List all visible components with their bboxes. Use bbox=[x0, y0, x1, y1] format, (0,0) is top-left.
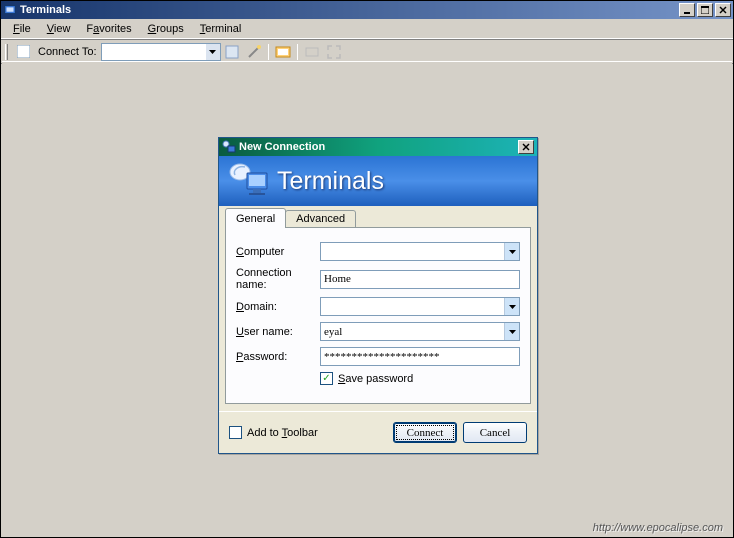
username-combo[interactable] bbox=[320, 322, 520, 341]
dialog-titlebar: New Connection bbox=[219, 138, 537, 156]
connect-to-label: Connect To: bbox=[34, 46, 101, 58]
chevron-down-icon[interactable] bbox=[504, 298, 519, 315]
menu-terminal[interactable]: Terminal bbox=[192, 21, 250, 37]
dialog-title: New Connection bbox=[239, 141, 518, 153]
tb-btn-1[interactable] bbox=[222, 42, 242, 62]
password-label: Password: bbox=[236, 351, 320, 363]
domain-label: Domain: bbox=[236, 301, 320, 313]
menu-file[interactable]: File bbox=[5, 21, 39, 37]
dialog-bottom-bar: ✓ Add to Toolbar Connect Cancel bbox=[219, 411, 537, 453]
chevron-down-icon[interactable] bbox=[206, 44, 220, 60]
separator bbox=[268, 44, 269, 60]
main-title: Terminals bbox=[20, 4, 677, 16]
save-password-checkbox[interactable]: ✓ bbox=[320, 372, 333, 385]
chevron-down-icon[interactable] bbox=[504, 243, 519, 260]
close-button[interactable] bbox=[715, 3, 731, 17]
tab-strip: General Advanced bbox=[219, 206, 537, 228]
separator bbox=[297, 44, 298, 60]
menu-favorites[interactable]: Favorites bbox=[78, 21, 139, 37]
domain-combo[interactable] bbox=[320, 297, 520, 316]
tab-panel-general: Computer Connection name: Domain: User n… bbox=[225, 227, 531, 404]
add-to-toolbar-label: Add to Toolbar bbox=[247, 427, 318, 439]
connect-button[interactable]: Connect bbox=[393, 422, 457, 443]
save-password-label: Save password bbox=[338, 373, 413, 385]
new-connection-dialog: New Connection Terminals General Advance… bbox=[218, 137, 538, 454]
dialog-close-button[interactable] bbox=[518, 140, 534, 154]
menubar: File View Favorites Groups Terminal bbox=[1, 19, 733, 40]
screen-icon[interactable] bbox=[273, 42, 293, 62]
computer-label: Computer bbox=[236, 246, 320, 258]
app-icon bbox=[3, 3, 17, 17]
username-label: User name: bbox=[236, 326, 320, 338]
connection-name-input[interactable] bbox=[320, 270, 520, 289]
minimize-button[interactable] bbox=[679, 3, 695, 17]
unchecked-box-icon[interactable] bbox=[13, 42, 33, 62]
fullscreen-icon[interactable] bbox=[324, 42, 344, 62]
toolbar-grip bbox=[5, 44, 8, 60]
chevron-down-icon[interactable] bbox=[504, 323, 519, 340]
tb-btn-disabled-1 bbox=[302, 42, 322, 62]
menu-groups[interactable]: Groups bbox=[140, 21, 192, 37]
satellite-monitor-icon bbox=[227, 159, 271, 203]
main-window: Terminals File View Favorites Groups Ter… bbox=[0, 0, 734, 538]
menu-view[interactable]: View bbox=[39, 21, 79, 37]
watermark-text: http://www.epocalipse.com bbox=[593, 522, 723, 534]
tab-advanced[interactable]: Advanced bbox=[285, 210, 356, 228]
main-titlebar: Terminals bbox=[1, 1, 733, 19]
password-input[interactable] bbox=[320, 347, 520, 366]
wand-icon[interactable] bbox=[244, 42, 264, 62]
cancel-button[interactable]: Cancel bbox=[463, 422, 527, 443]
add-to-toolbar-checkbox[interactable]: ✓ bbox=[229, 426, 242, 439]
dialog-banner: Terminals bbox=[219, 156, 537, 206]
banner-title: Terminals bbox=[277, 167, 384, 196]
connection-name-label: Connection name: bbox=[236, 267, 320, 291]
tab-general[interactable]: General bbox=[225, 208, 286, 228]
computer-combo[interactable] bbox=[320, 242, 520, 261]
dialog-icon bbox=[222, 140, 236, 154]
maximize-button[interactable] bbox=[697, 3, 713, 17]
connect-to-combo[interactable] bbox=[101, 43, 221, 61]
